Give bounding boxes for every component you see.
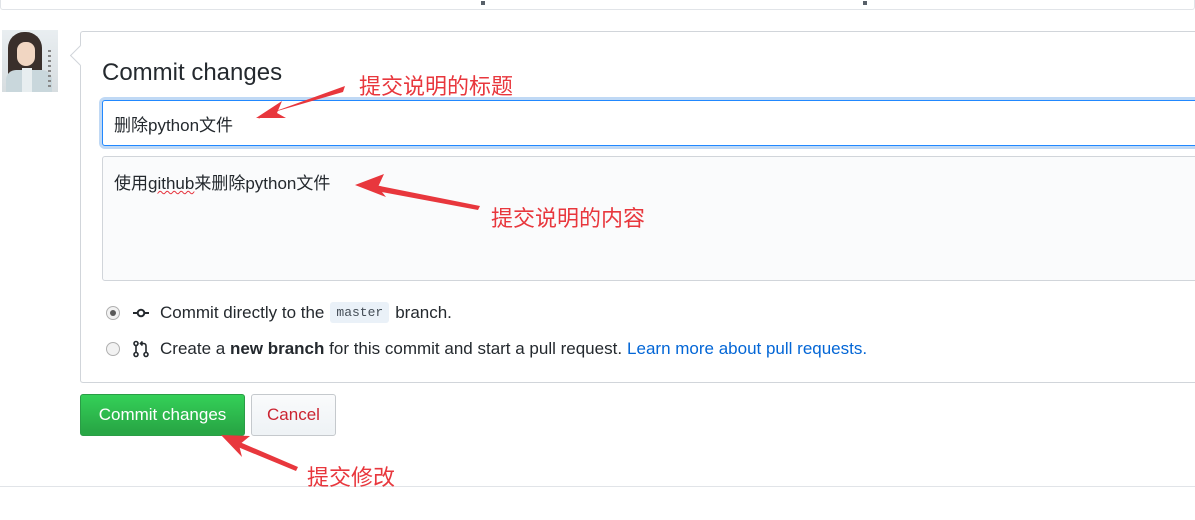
branch-name: master <box>330 302 390 323</box>
commit-changes-button[interactable]: Commit changes <box>80 394 245 436</box>
panel-title: Commit changes <box>102 59 283 86</box>
option-new-branch[interactable]: Create a new branch for this commit and … <box>106 339 867 359</box>
option-new-branch-middle: for this commit and start a pull request… <box>329 339 623 358</box>
top-edge-mark <box>481 1 485 5</box>
commit-icon <box>133 308 149 317</box>
option-new-branch-bold: new branch <box>229 339 325 358</box>
pull-request-icon <box>133 340 149 358</box>
annotation-content-note: 提交说明的内容 <box>491 206 646 231</box>
option-new-branch-prefix: Create a <box>160 339 226 358</box>
option-direct-text: Commit directly to the <box>160 302 325 322</box>
learn-more-link[interactable]: Learn more about pull requests. <box>627 339 867 359</box>
description-text-prefix: 使用 <box>114 174 148 193</box>
cancel-button[interactable]: Cancel <box>251 394 336 436</box>
commit-summary-input[interactable] <box>102 100 1195 146</box>
top-edge-mark <box>863 1 867 5</box>
description-text-suffix: 来删除python文件 <box>194 174 331 193</box>
avatar[interactable] <box>2 30 58 92</box>
option-commit-direct[interactable]: Commit directly to the master branch. <box>106 302 452 323</box>
annotation-submit-note: 提交修改 <box>307 465 396 490</box>
option-direct-suffix: branch. <box>395 302 452 322</box>
footer-divider <box>0 486 1195 487</box>
arrow-to-commit-button <box>221 435 298 471</box>
radio-new-branch[interactable] <box>106 342 120 356</box>
commit-description-textarea[interactable]: 使用github来删除python文件 <box>102 156 1195 281</box>
description-text-misspelled: github <box>148 174 195 193</box>
annotation-title-note: 提交说明的标题 <box>359 74 514 99</box>
top-container-edge <box>0 0 1195 10</box>
radio-commit-direct[interactable] <box>106 305 120 320</box>
